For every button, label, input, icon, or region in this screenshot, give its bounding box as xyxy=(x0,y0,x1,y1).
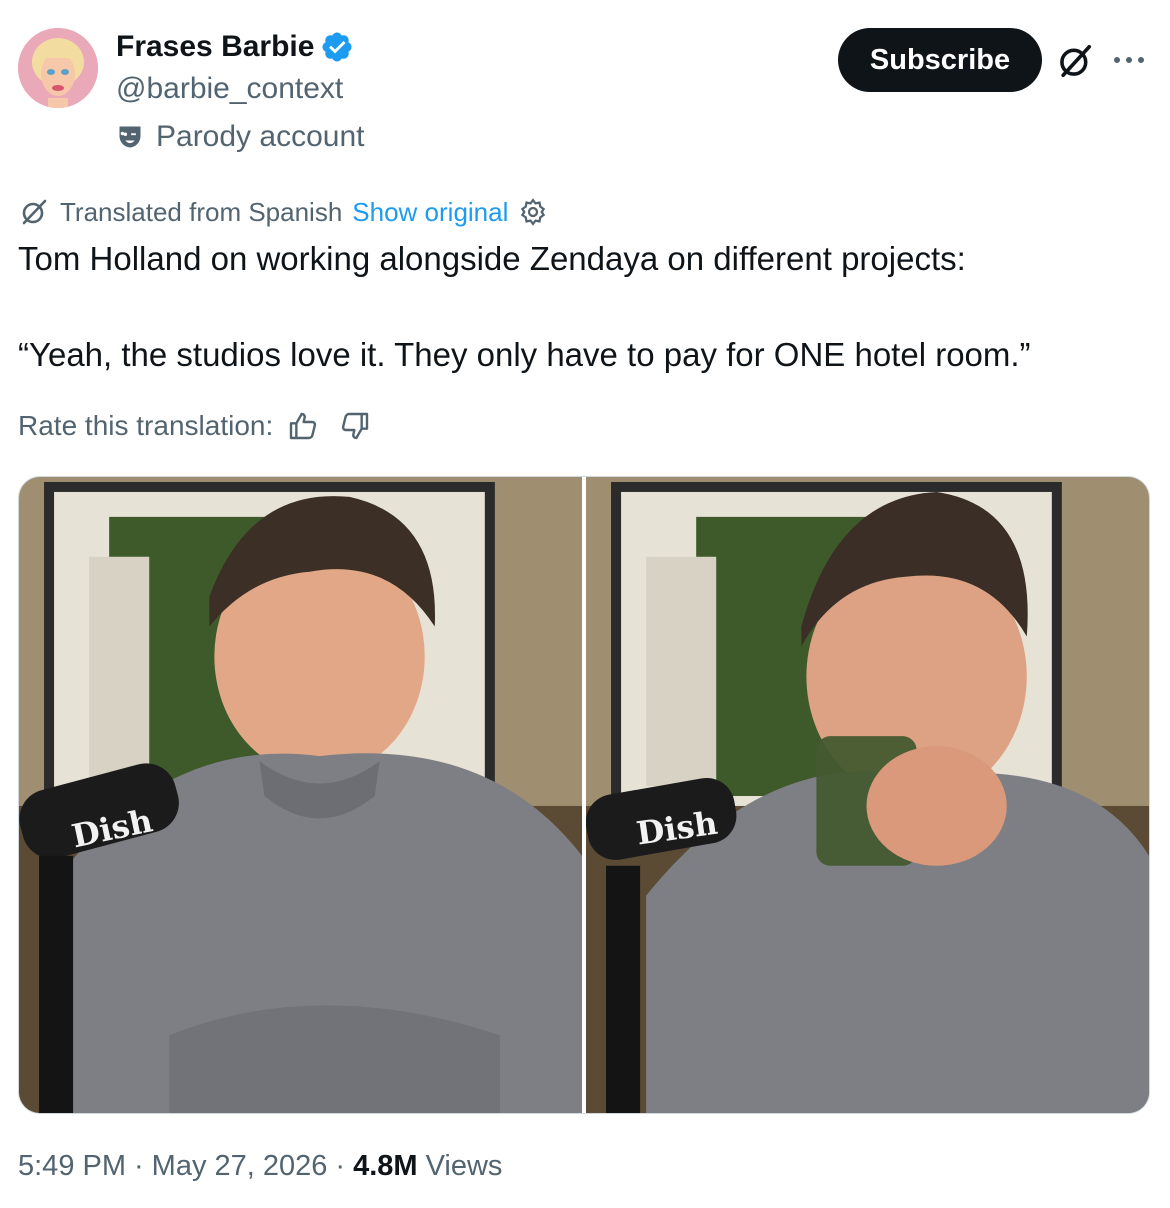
tweet-time[interactable]: 5:49 PM xyxy=(18,1150,126,1183)
show-original-link[interactable]: Show original xyxy=(352,197,508,228)
grok-icon[interactable] xyxy=(1056,42,1094,80)
parody-mask-icon xyxy=(119,126,141,148)
rate-translation: Rate this translation: xyxy=(18,410,371,442)
tweet-text-line-2: “Yeah, the studios love it. They only ha… xyxy=(18,336,1031,373)
tweet-text-line-1: Tom Holland on working alongside Zendaya… xyxy=(18,240,966,277)
meta-separator: · xyxy=(335,1150,346,1182)
author-handle[interactable]: @barbie_context xyxy=(116,72,343,106)
display-name[interactable]: Frases Barbie xyxy=(116,30,314,64)
subscribe-button[interactable]: Subscribe xyxy=(838,28,1042,92)
photo-right[interactable]: Dish xyxy=(586,477,1149,1113)
tweet-meta: 5:49 PM · May 27, 2026 · 4.8M Views xyxy=(18,1150,502,1183)
more-dots-icon[interactable] xyxy=(1108,46,1150,74)
avatar-image xyxy=(18,28,98,108)
avatar[interactable] xyxy=(18,28,98,108)
photo-left-image: Dish xyxy=(19,477,582,1113)
translation-notice: Translated from Spanish Show original xyxy=(18,196,548,228)
media-grid: Dish Dish xyxy=(18,476,1150,1114)
meta-separator: · xyxy=(134,1150,144,1182)
photo-right-image: Dish xyxy=(586,477,1149,1113)
thumbs-down-icon[interactable] xyxy=(339,410,371,442)
photo-left[interactable]: Dish xyxy=(19,477,582,1113)
grok-translate-icon xyxy=(22,199,47,225)
parody-account-text: Parody account xyxy=(156,120,365,153)
tweet-date[interactable]: May 27, 2026 xyxy=(152,1150,328,1183)
views-count[interactable]: 4.8M xyxy=(353,1150,417,1183)
translated-from-text: Translated from Spanish xyxy=(60,196,343,227)
thumbs-up-icon[interactable] xyxy=(287,410,319,442)
rate-translation-label: Rate this translation: xyxy=(18,410,274,441)
gear-icon[interactable] xyxy=(518,197,548,227)
author-name-row[interactable]: Frases Barbie xyxy=(116,30,354,64)
views-label[interactable]: Views xyxy=(426,1150,503,1183)
verified-badge-icon[interactable] xyxy=(320,30,354,64)
parody-label: Parody account xyxy=(116,120,364,154)
